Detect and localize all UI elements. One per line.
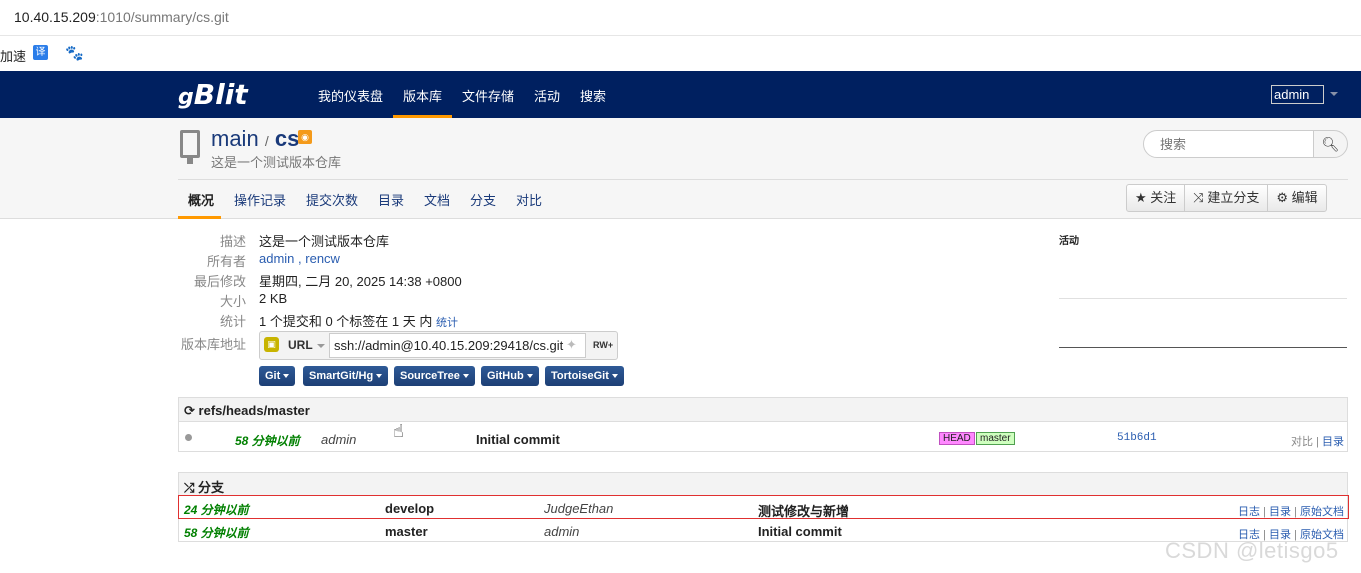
client-tortoisegit-button[interactable]: TortoiseGit xyxy=(545,366,624,386)
master-badge[interactable]: master xyxy=(976,432,1015,445)
search-icon: 🔍︎ xyxy=(1321,136,1340,152)
tree-link[interactable]: 目录 xyxy=(1322,436,1344,448)
address-bar[interactable]: 10.40.15.209:1010/summary/cs.git xyxy=(0,0,1361,36)
project-link[interactable]: main xyxy=(211,126,259,151)
search-box[interactable] xyxy=(1143,130,1314,158)
client-sourcetree-button[interactable]: SourceTree xyxy=(394,366,475,386)
refs-section-title[interactable]: ⟳ refs/heads/master xyxy=(184,403,310,419)
rss-icon[interactable]: ◉ xyxy=(298,130,312,144)
value-last-change: 星期四, 二月 20, 2025 14:38 +0800 xyxy=(259,274,462,289)
refresh-icon: ⟳ xyxy=(184,403,195,418)
nav-dashboard[interactable]: 我的仪表盘 xyxy=(318,86,383,105)
commit-links: 对比 | 目录 xyxy=(1291,436,1344,448)
star-icon: ★ xyxy=(1135,190,1147,205)
baidu-paw-icon[interactable]: 🐾 xyxy=(65,44,84,62)
branch-age: 58 分钟以前 xyxy=(184,526,249,540)
lock-icon: ▣ xyxy=(264,337,279,352)
tab-active-indicator xyxy=(178,216,221,219)
search-button[interactable]: 🔍︎ xyxy=(1313,130,1348,158)
bookmark-speed[interactable]: 加速 xyxy=(0,46,26,65)
repository-book-icon xyxy=(180,130,200,164)
label-last-change: 最后修改 xyxy=(193,274,246,289)
nav-search[interactable]: 搜索 xyxy=(580,86,606,105)
repo-url-field[interactable]: ssh://admin@10.40.15.209:29418/cs.git xyxy=(329,333,586,358)
tab-reflog[interactable]: 操作记录 xyxy=(234,190,286,209)
chevron-down-icon xyxy=(462,374,469,379)
label-size: 大小 xyxy=(219,294,246,309)
label-stats: 统计 xyxy=(219,314,246,329)
bookmarks-bar: 加速 xyxy=(0,37,1361,71)
branch-name[interactable]: master xyxy=(385,524,428,539)
activity-title: 活动 xyxy=(1059,236,1079,247)
search-input[interactable] xyxy=(1158,136,1308,153)
tab-branches[interactable]: 分支 xyxy=(470,190,496,209)
hand-cursor-icon: ☝ xyxy=(393,421,404,441)
value-description: 这是一个测试版本仓库 xyxy=(259,234,390,249)
owners-separator: , xyxy=(294,251,306,266)
value-owners: admin , rencw xyxy=(259,251,340,266)
branches-section-header xyxy=(178,472,1348,496)
client-github-button[interactable]: GitHub xyxy=(481,366,539,386)
nav-activity[interactable]: 活动 xyxy=(534,86,560,105)
commit-message[interactable]: Initial commit xyxy=(476,432,560,447)
user-menu-caret-icon[interactable] xyxy=(1330,92,1338,96)
protocol-chevron-down-icon[interactable] xyxy=(317,344,325,348)
chevron-down-icon xyxy=(526,374,533,379)
highlight-box xyxy=(178,495,1349,519)
commit-dot-icon xyxy=(185,434,192,441)
copy-puzzle-icon[interactable]: ✦ xyxy=(566,337,577,353)
branch-author[interactable]: admin xyxy=(544,524,579,539)
tab-summary[interactable]: 概况 xyxy=(188,190,214,209)
tab-tree[interactable]: 目录 xyxy=(378,190,404,209)
translate-icon[interactable]: 译 xyxy=(33,45,48,60)
activity-chart-gridline xyxy=(1059,298,1347,299)
client-smartgit-button[interactable]: SmartGit/Hg xyxy=(303,366,389,386)
refs-section-header xyxy=(178,397,1348,422)
chevron-down-icon xyxy=(611,374,618,379)
tab-commits[interactable]: 提交次数 xyxy=(306,190,358,209)
value-stats: 1 个提交和 0 个标签在 1 天 内 统计 xyxy=(259,314,458,329)
compare-link[interactable]: 对比 xyxy=(1291,436,1313,448)
repo-title: main / cs xyxy=(211,126,299,152)
owner-link-admin[interactable]: admin xyxy=(259,251,294,266)
head-badge[interactable]: HEAD xyxy=(939,432,975,445)
gear-icon: ⚙ xyxy=(1276,190,1288,205)
activity-chart-baseline xyxy=(1059,347,1347,348)
label-repo-url: 版本库地址 xyxy=(180,337,246,352)
tab-docs[interactable]: 文档 xyxy=(424,190,450,209)
branches-section-title[interactable]: ⤮ 分支 xyxy=(184,477,224,496)
edit-button[interactable]: ⚙ 编辑 xyxy=(1268,185,1325,211)
owner-link-rencw[interactable]: rencw xyxy=(305,251,340,266)
header-divider xyxy=(178,179,1348,180)
chevron-down-icon xyxy=(283,374,290,379)
chevron-down-icon xyxy=(376,374,383,379)
user-avatar[interactable]: admin xyxy=(1271,85,1324,104)
stats-link[interactable]: 统计 xyxy=(436,317,458,329)
permission-badge: RW+ xyxy=(593,340,614,350)
commit-age: 58 分钟以前 xyxy=(235,434,300,448)
label-description: 描述 xyxy=(219,234,246,249)
fork-button[interactable]: ⤨ 建立分支 xyxy=(1185,185,1269,211)
nav-repositories[interactable]: 版本库 xyxy=(403,86,442,105)
repo-name-link[interactable]: cs xyxy=(275,126,299,151)
branch-message[interactable]: Initial commit xyxy=(758,524,842,539)
url-protocol-select[interactable]: URL xyxy=(288,338,313,352)
client-git-button[interactable]: Git xyxy=(259,366,296,386)
fork-icon: ⤨ xyxy=(1193,190,1204,205)
address-url[interactable]: 10.40.15.209:1010/summary/cs.git xyxy=(14,9,229,25)
shuffle-icon: ⤮ xyxy=(184,480,195,495)
repo-description: 这是一个测试版本仓库 xyxy=(211,155,342,170)
title-separator: / xyxy=(264,133,269,149)
repo-actions: ★ 关注 ⤨ 建立分支 ⚙ 编辑 xyxy=(1126,184,1327,212)
nav-filestore[interactable]: 文件存储 xyxy=(462,86,514,105)
value-size: 2 KB xyxy=(259,291,288,306)
gitblit-logo[interactable]: gBlit xyxy=(178,78,248,111)
label-owners: 所有者 xyxy=(206,254,246,269)
tab-compare[interactable]: 对比 xyxy=(516,190,542,209)
watermark: CSDN @letisgo5 xyxy=(1165,538,1339,563)
watch-button[interactable]: ★ 关注 xyxy=(1127,185,1186,211)
commit-author[interactable]: admin xyxy=(321,432,356,447)
commit-sha[interactable]: 51b6d1 xyxy=(1117,432,1157,444)
